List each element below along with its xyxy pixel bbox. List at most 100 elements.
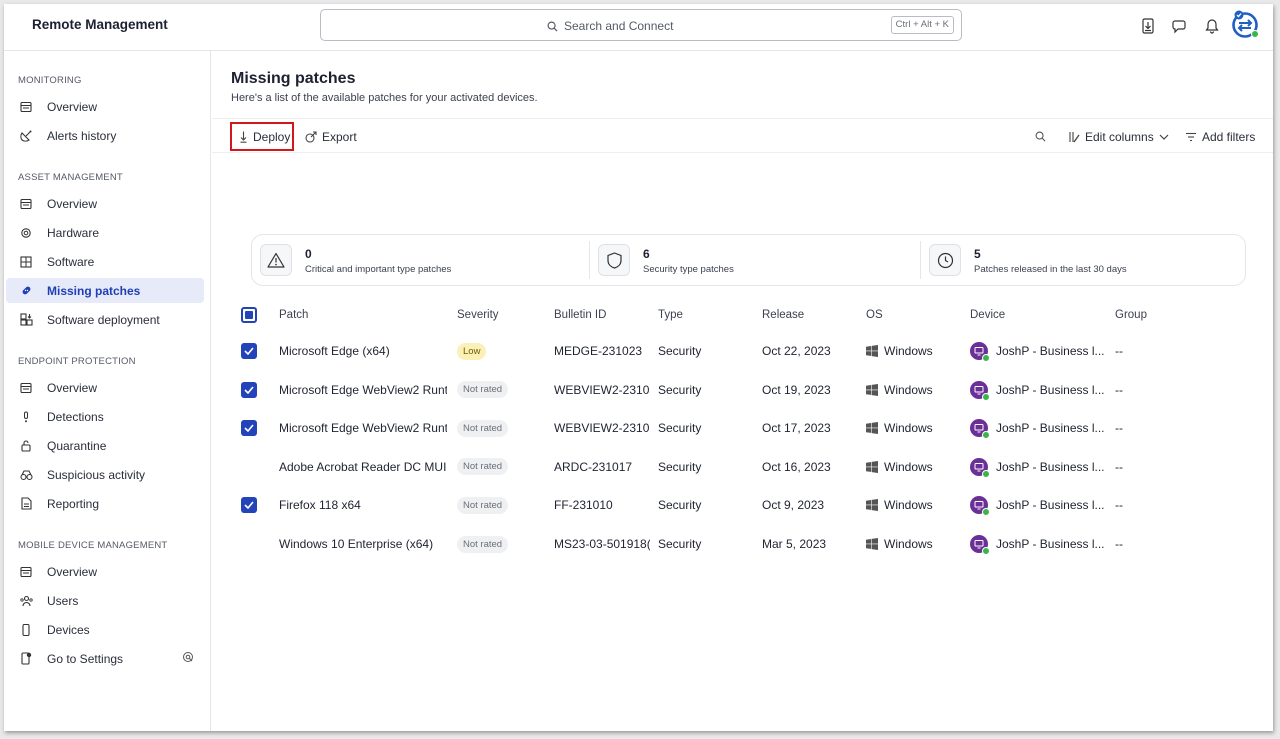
sidebar-item-endpoint-overview[interactable]: Overview [6, 375, 204, 400]
section-mobile-device-management: MOBILE DEVICE MANAGEMENT [18, 540, 168, 551]
app-title: Remote Management [32, 17, 168, 32]
patch-summary: 0 Critical and important type patches 6 … [251, 234, 1246, 286]
online-status-dot [982, 392, 990, 401]
sidebar-item-devices[interactable]: Devices [6, 617, 204, 642]
sidebar-item-label: Overview [47, 99, 98, 114]
sidebar-item-mdm-overview[interactable]: Overview [6, 559, 204, 584]
sidebar-item-users[interactable]: Users [6, 588, 204, 613]
os-label: Windows [866, 344, 933, 358]
sidebar-item-asset-overview[interactable]: Overview [6, 191, 204, 216]
column-header-release[interactable]: Release [762, 309, 804, 321]
cell-group: -- [1115, 382, 1123, 397]
checkmark-icon [244, 501, 254, 510]
cell-bulletin-id: ARDC-231017 [554, 459, 633, 474]
device-name: JoshP - Business l... [996, 421, 1105, 436]
cell-device[interactable]: JoshP - Business l... [970, 409, 1105, 447]
cell-device[interactable]: JoshP - Business l... [970, 525, 1105, 563]
cell-group: -- [1115, 537, 1123, 551]
chip-icon [18, 225, 34, 241]
sidebar-item-suspicious-activity[interactable]: Suspicious activity [6, 462, 204, 487]
cell-severity: Not rated [457, 448, 547, 486]
search-input[interactable]: Search and Connect Ctrl + Alt + K [320, 9, 962, 41]
bell-icon[interactable] [1203, 17, 1221, 35]
sidebar-item-alerts-history[interactable]: Alerts history [6, 123, 204, 148]
deploy-button[interactable]: Deploy [230, 122, 294, 151]
sidebar-item-detections[interactable]: Detections [6, 404, 204, 429]
apps-icon [18, 254, 34, 270]
column-header-patch[interactable]: Patch [279, 309, 308, 321]
cell-type: Security [658, 498, 702, 513]
add-filters-button[interactable]: Add filters [1185, 122, 1255, 151]
sidebar-item-monitoring-overview[interactable]: Overview [6, 94, 204, 119]
phone-icon [18, 622, 34, 638]
column-header-device[interactable]: Device [970, 309, 1005, 321]
cell-group: -- [1115, 344, 1123, 358]
row-checkbox[interactable] [241, 343, 257, 359]
device-icon [970, 496, 990, 517]
sidebar-item-quarantine[interactable]: Quarantine [6, 433, 204, 458]
table-row[interactable]: Adobe Acrobat Reader DC MUI 2 Not rated AR… [212, 448, 1273, 486]
table-search-button[interactable] [1035, 122, 1046, 151]
sidebar-item-missing-patches[interactable]: Missing patches [6, 278, 204, 303]
device-icon [970, 457, 990, 478]
cell-type: Security [658, 537, 702, 551]
cell-release: Mar 5, 2023 [762, 537, 827, 551]
cell-device[interactable]: JoshP - Business l... [970, 332, 1105, 370]
table-row[interactable]: Microsoft Edge WebView2 Runti Not rated WE… [212, 371, 1273, 409]
os-label: Windows [866, 498, 933, 512]
export-button[interactable]: Export [305, 122, 357, 151]
cell-group: -- [1115, 498, 1123, 513]
sidebar-item-go-to-settings[interactable]: Go to Settings [6, 646, 204, 671]
grid-icon [18, 380, 34, 396]
online-status-dot [982, 354, 990, 362]
section-endpoint-protection: ENDPOINT PROTECTION [18, 356, 136, 367]
patch-icon [18, 283, 34, 299]
row-checkbox[interactable] [241, 381, 257, 398]
chat-icon[interactable] [1171, 17, 1189, 35]
sidebar-item-label: Suspicious activity [47, 467, 146, 482]
row-checkbox[interactable] [241, 497, 257, 514]
column-header-bulletin-id[interactable]: Bulletin ID [554, 309, 606, 321]
sidebar-item-label: Overview [47, 380, 98, 395]
sidebar-item-label: Overview [47, 564, 98, 579]
windows-icon [866, 422, 878, 435]
shield-icon [598, 244, 630, 276]
row-checkbox[interactable] [241, 420, 257, 437]
deploy-icon [240, 131, 247, 143]
cell-type: Security [658, 344, 702, 358]
table-row[interactable]: Windows 10 Enterprise (x64) Not rated MS23… [212, 525, 1273, 563]
table-row[interactable]: Microsoft Edge (x64) Low MEDGE-231023 Secur… [212, 332, 1273, 370]
cell-device[interactable]: JoshP - Business l... [970, 486, 1105, 524]
indeterminate-mark [245, 311, 253, 319]
device-name: JoshP - Business l... [996, 344, 1105, 358]
table-row[interactable]: Firefox 118 x64 Not rated FF-231010 Securit… [212, 486, 1273, 524]
report-icon [18, 496, 34, 512]
table-row[interactable]: Microsoft Edge WebView2 Runti Not rated WE… [212, 409, 1273, 447]
checkmark-icon [244, 386, 254, 394]
sidebar-item-label: Detections [47, 409, 104, 424]
sidebar: MONITORING Overview Alerts history ASSET… [4, 51, 211, 731]
edit-columns-button[interactable]: Edit columns [1068, 122, 1169, 151]
sidebar-item-software-deployment[interactable]: Software deployment [6, 307, 204, 332]
select-all-checkbox[interactable] [241, 307, 257, 323]
sidebar-item-hardware[interactable]: Hardware [6, 220, 204, 245]
severity-badge: Not rated [457, 419, 509, 437]
grid-icon [18, 196, 34, 212]
cell-device[interactable]: JoshP - Business l... [970, 448, 1105, 486]
user-account-logo-icon[interactable] [1230, 10, 1260, 40]
download-icon[interactable] [1139, 17, 1157, 35]
section-monitoring: MONITORING [18, 75, 82, 86]
column-header-severity[interactable]: Severity [457, 309, 499, 321]
binoculars-icon [18, 467, 34, 483]
column-header-type[interactable]: Type [658, 309, 683, 321]
quarantine-icon [18, 438, 34, 454]
sidebar-item-software[interactable]: Software [6, 249, 204, 274]
device-icon [970, 535, 990, 555]
cell-patch: Windows 10 Enterprise (x64) [279, 537, 434, 551]
column-header-group[interactable]: Group [1115, 309, 1147, 321]
edit-columns-icon [1069, 131, 1080, 142]
sidebar-item-reporting[interactable]: Reporting [6, 491, 204, 516]
cell-device[interactable]: JoshP - Business l... [970, 371, 1105, 409]
column-header-os[interactable]: OS [866, 309, 883, 321]
os-name: Windows [884, 537, 933, 551]
